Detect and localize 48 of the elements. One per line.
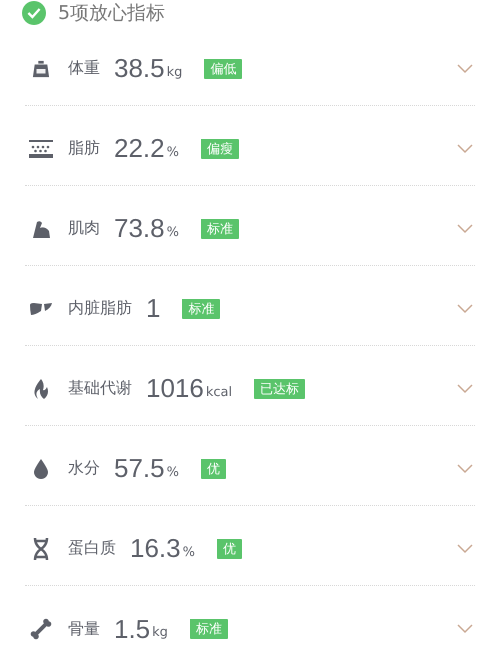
status-tag: 已达标 — [254, 378, 306, 398]
weight-icon — [32, 60, 50, 78]
chevron-icon[interactable] — [457, 384, 473, 394]
metric-unit: kg — [152, 625, 168, 640]
chevron-icon[interactable] — [457, 304, 473, 314]
status-tag: 标准 — [182, 298, 220, 318]
status-tag: 优 — [216, 538, 242, 558]
status-tag: 偏低 — [204, 58, 242, 78]
metric-value: 1.5 — [114, 614, 150, 644]
chevron-icon[interactable] — [457, 624, 473, 634]
liver-icon — [29, 302, 53, 316]
water-drop-icon — [33, 458, 49, 480]
chevron-icon[interactable] — [457, 224, 473, 234]
metric-label: 脂肪 — [68, 138, 100, 159]
chevron-icon[interactable] — [457, 464, 473, 474]
metric-label: 肌肉 — [68, 218, 100, 239]
bone-icon — [30, 618, 52, 640]
metric-unit: kcal — [206, 384, 232, 400]
metric-label: 体重 — [68, 58, 100, 79]
metric-unit: % — [166, 224, 179, 240]
status-tag: 标准 — [200, 218, 239, 238]
metric-unit: % — [182, 544, 195, 560]
metric-label: 骨量 — [68, 618, 100, 640]
metric-label: 蛋白质 — [68, 538, 116, 559]
metric-unit: % — [166, 144, 179, 160]
chevron-icon[interactable] — [457, 64, 473, 74]
metric-value: 1016 — [146, 373, 204, 404]
metric-label: 内脏脂肪 — [68, 298, 132, 319]
metric-value: 73.8 — [114, 213, 165, 244]
arm-muscle-icon — [31, 218, 51, 238]
metric-value: 38.5 — [114, 53, 165, 84]
flame-icon — [32, 378, 50, 400]
metric-unit: % — [166, 464, 179, 480]
status-tag: 优 — [200, 458, 226, 478]
metric-value: 22.2 — [114, 133, 165, 164]
status-tag: 偏瘦 — [200, 138, 239, 158]
section-title: 5项放心指标 — [58, 1, 166, 26]
fat-layer-icon — [29, 140, 53, 158]
metric-value: 16.3 — [130, 533, 181, 564]
chevron-icon[interactable] — [457, 144, 473, 154]
dna-icon — [33, 536, 49, 560]
metric-label: 水分 — [68, 458, 100, 479]
metric-value: 1 — [146, 293, 160, 324]
status-tag: 标准 — [190, 619, 228, 639]
metric-unit: kg — [166, 64, 182, 80]
chevron-icon[interactable] — [457, 544, 473, 554]
metric-value: 57.5 — [114, 453, 165, 484]
metric-label: 基础代谢 — [68, 378, 132, 399]
